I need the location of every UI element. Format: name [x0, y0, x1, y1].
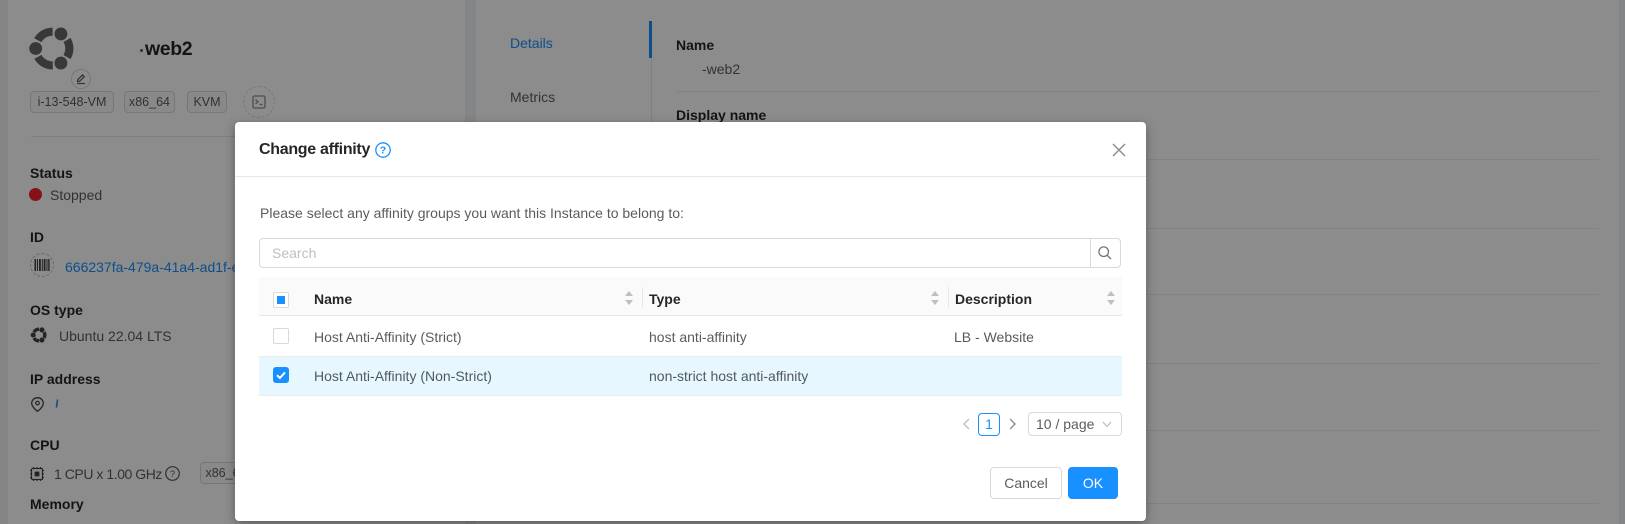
svg-text:?: ?: [380, 145, 386, 157]
